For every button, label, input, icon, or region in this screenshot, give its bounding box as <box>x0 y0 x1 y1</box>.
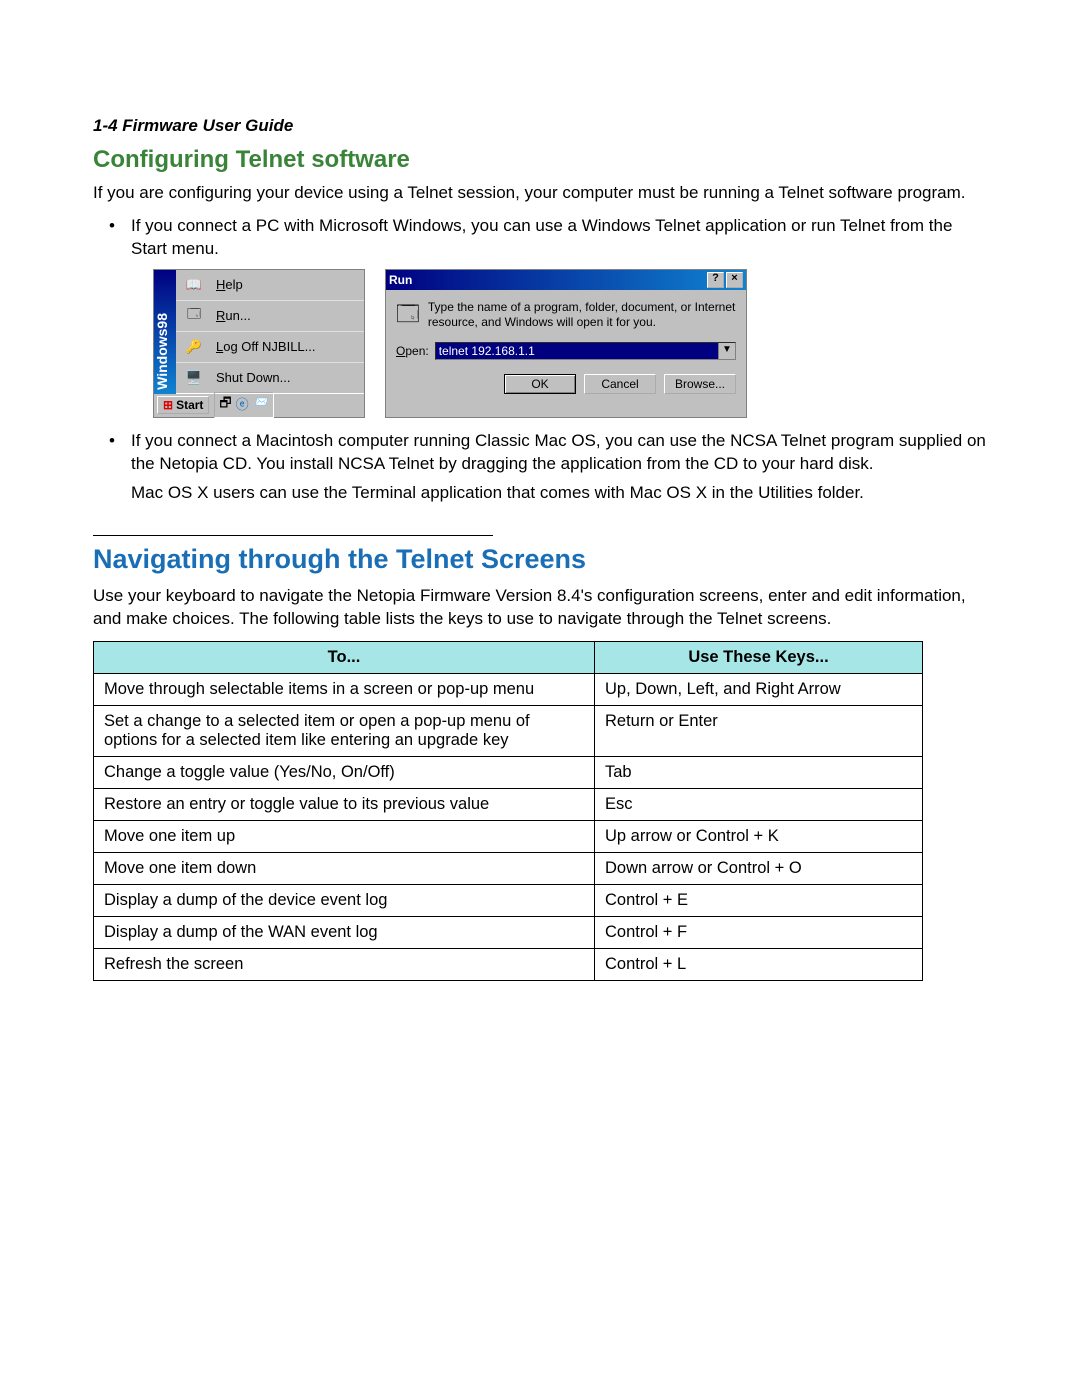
cell-keys: Tab <box>595 756 923 788</box>
cancel-button[interactable]: Cancel <box>584 374 656 394</box>
menu-item-shutdown[interactable]: 🖥️ Shut Down... <box>176 362 364 393</box>
cell-keys: Control + L <box>595 948 923 980</box>
combo-dropdown-icon[interactable]: ▼ <box>718 343 735 359</box>
table-row: Move through selectable items in a scree… <box>94 673 923 705</box>
cell-to: Display a dump of the WAN event log <box>94 916 595 948</box>
desktop-icon[interactable]: 🗗 <box>219 394 231 416</box>
cell-to: Move one item up <box>94 820 595 852</box>
start-sidebar-label: Windows98 <box>154 313 172 390</box>
menu-item-logoff[interactable]: 🔑 Log Off NJBILL... <box>176 331 364 362</box>
ie-icon[interactable]: ⓔ <box>236 394 249 416</box>
cell-to: Restore an entry or toggle value to its … <box>94 788 595 820</box>
screenshot-row: Windows98 📖 Help 🗔 Run... 🔑 Log Off NJBI… <box>153 269 987 418</box>
table-row: Change a toggle value (Yes/No, On/Off)Ta… <box>94 756 923 788</box>
table-row: Display a dump of the WAN event logContr… <box>94 916 923 948</box>
section-title-configuring: Configuring Telnet software <box>93 146 987 174</box>
cell-to: Refresh the screen <box>94 948 595 980</box>
table-row: Display a dump of the device event logCo… <box>94 884 923 916</box>
menu-label-logoff: Log Off NJBILL... <box>216 339 316 354</box>
run-titlebar: Run ? × <box>386 270 746 290</box>
shutdown-icon: 🖥️ <box>182 367 206 389</box>
windows-logo-icon: ⊞ <box>163 398 173 412</box>
cell-keys: Return or Enter <box>595 705 923 756</box>
cell-keys: Up, Down, Left, and Right Arrow <box>595 673 923 705</box>
menu-label-shutdown: Shut Down... <box>216 370 290 385</box>
start-menu-panel: Windows98 📖 Help 🗔 Run... 🔑 Log Off NJBI… <box>153 269 365 418</box>
th-to: To... <box>94 641 595 673</box>
taskbar: ⊞ Start 🗗 ⓔ 📨 <box>154 393 364 417</box>
cell-keys: Control + F <box>595 916 923 948</box>
keys-table: To... Use These Keys... Move through sel… <box>93 641 923 981</box>
bullet-macintosh: If you connect a Macintosh computer runn… <box>93 430 987 476</box>
cell-to: Move through selectable items in a scree… <box>94 673 595 705</box>
cell-to: Change a toggle value (Yes/No, On/Off) <box>94 756 595 788</box>
mac-osx-note: Mac OS X users can use the Terminal appl… <box>131 482 987 505</box>
browse-label: Browse... <box>675 377 725 391</box>
outlook-icon[interactable]: 📨 <box>253 394 269 416</box>
menu-item-help[interactable]: 📖 Help <box>176 270 364 300</box>
menu-label-help: Help <box>216 277 243 292</box>
menu-label-run: Run... <box>216 308 251 323</box>
ok-button[interactable]: OK <box>504 374 576 394</box>
quick-launch-tray: 🗗 ⓔ 📨 <box>214 392 273 418</box>
help-icon: 📖 <box>182 274 206 296</box>
table-row: Move one item downDown arrow or Control … <box>94 852 923 884</box>
run-dialog-icon: 🗔 <box>396 300 420 332</box>
cell-keys: Control + E <box>595 884 923 916</box>
section-title-navigating: Navigating through the Telnet Screens <box>93 544 987 575</box>
start-button[interactable]: ⊞ Start <box>157 396 209 414</box>
section1-intro: If you are configuring your device using… <box>93 182 987 205</box>
table-row: Restore an entry or toggle value to its … <box>94 788 923 820</box>
th-keys: Use These Keys... <box>595 641 923 673</box>
cell-to: Set a change to a selected item or open … <box>94 705 595 756</box>
help-button[interactable]: ? <box>707 272 724 288</box>
browse-button[interactable]: Browse... <box>664 374 736 394</box>
close-button[interactable]: × <box>726 272 743 288</box>
start-menu-sidebar: Windows98 <box>154 270 176 394</box>
table-row: Move one item upUp arrow or Control + K <box>94 820 923 852</box>
table-row: Set a change to a selected item or open … <box>94 705 923 756</box>
page-header: 1-4 Firmware User Guide <box>93 116 987 136</box>
logoff-icon: 🔑 <box>182 336 206 358</box>
bullet-pc-windows: If you connect a PC with Microsoft Windo… <box>93 215 987 261</box>
open-input[interactable] <box>436 343 718 359</box>
run-title: Run <box>389 273 412 287</box>
open-label: Open: <box>396 344 429 358</box>
menu-item-run[interactable]: 🗔 Run... <box>176 300 364 331</box>
run-dialog: Run ? × 🗔 Type the name of a program, fo… <box>385 269 747 418</box>
section2-intro: Use your keyboard to navigate the Netopi… <box>93 585 987 631</box>
cell-to: Move one item down <box>94 852 595 884</box>
cell-to: Display a dump of the device event log <box>94 884 595 916</box>
run-icon: 🗔 <box>182 305 206 327</box>
cell-keys: Up arrow or Control + K <box>595 820 923 852</box>
section-divider <box>93 535 493 536</box>
run-dialog-text: Type the name of a program, folder, docu… <box>428 300 736 331</box>
cell-keys: Down arrow or Control + O <box>595 852 923 884</box>
start-button-label: Start <box>176 398 203 412</box>
table-row: Refresh the screenControl + L <box>94 948 923 980</box>
cell-keys: Esc <box>595 788 923 820</box>
